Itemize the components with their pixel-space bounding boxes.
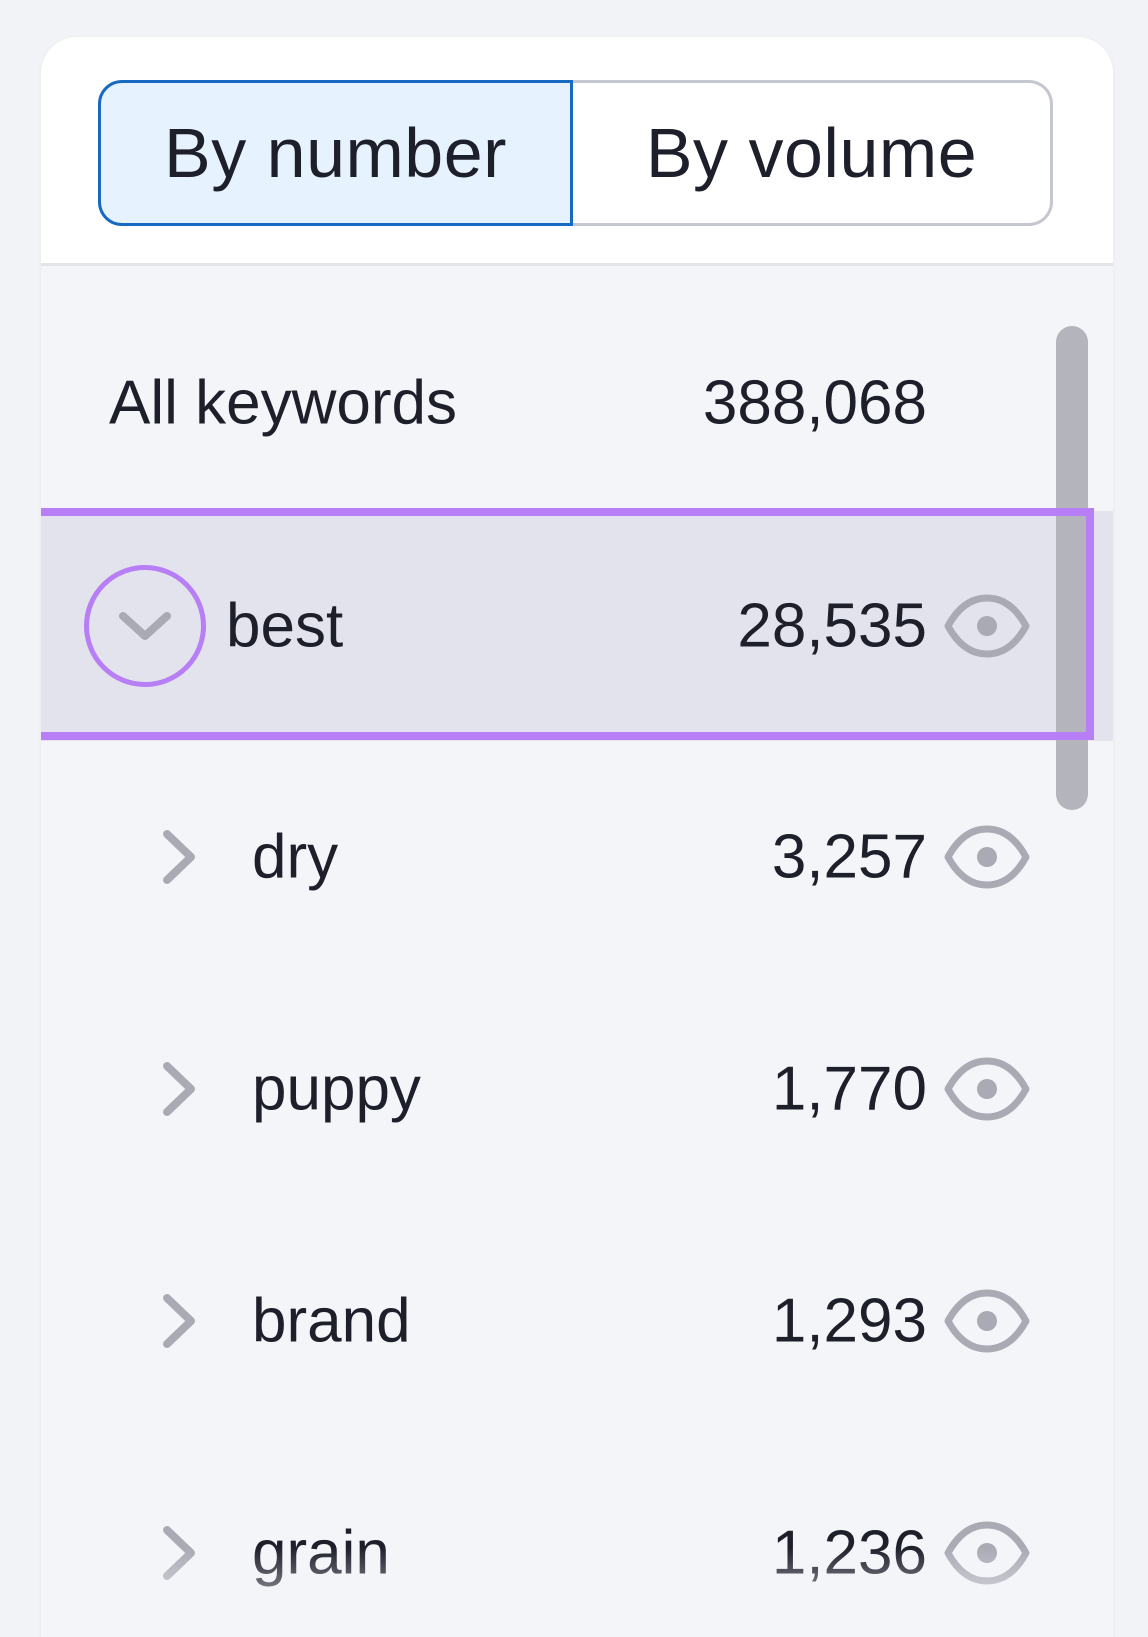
eye-icon[interactable] xyxy=(944,1057,1030,1121)
group-row-best[interactable]: best 28,535 xyxy=(41,511,1113,741)
by-number-tab[interactable]: By number xyxy=(98,80,573,226)
collapse-button[interactable] xyxy=(84,565,206,687)
group-label: puppy xyxy=(252,1054,421,1124)
group-label: best xyxy=(226,591,344,661)
eye-icon[interactable] xyxy=(944,1289,1030,1353)
all-keywords-label: All keywords xyxy=(109,368,457,438)
scrollbar-thumb[interactable] xyxy=(1056,326,1088,810)
all-keywords-row[interactable]: All keywords 388,068 xyxy=(41,293,1113,513)
keyword-groups-panel: By number By volume All keywords 388,068… xyxy=(41,37,1113,1637)
group-label: brand xyxy=(252,1286,411,1356)
chevron-down-icon xyxy=(119,612,171,640)
chevron-right-icon[interactable] xyxy=(159,1524,199,1582)
chevron-right-icon[interactable] xyxy=(159,1060,199,1118)
all-keywords-count: 388,068 xyxy=(702,368,927,438)
group-row-brand[interactable]: brand 1,293 xyxy=(41,1205,1113,1437)
group-count: 1,236 xyxy=(771,1518,927,1588)
group-count: 1,293 xyxy=(771,1286,927,1356)
group-label: grain xyxy=(252,1518,390,1588)
eye-icon[interactable] xyxy=(944,1521,1030,1585)
by-volume-tab[interactable]: By volume xyxy=(573,80,1053,226)
group-row-dry[interactable]: dry 3,257 xyxy=(41,741,1113,973)
group-label: dry xyxy=(252,822,339,892)
group-count: 3,257 xyxy=(771,822,927,892)
group-count: 1,770 xyxy=(771,1054,927,1124)
keyword-group-list: All keywords 388,068 best 28,535 dry 3,2… xyxy=(41,266,1113,1637)
group-row-grain[interactable]: grain 1,236 xyxy=(41,1437,1113,1637)
group-row-puppy[interactable]: puppy 1,770 xyxy=(41,973,1113,1205)
group-count: 28,535 xyxy=(737,591,927,661)
chevron-right-icon[interactable] xyxy=(159,828,199,886)
eye-icon[interactable] xyxy=(944,825,1030,889)
sort-toggle: By number By volume xyxy=(98,80,1053,226)
chevron-right-icon[interactable] xyxy=(159,1292,199,1350)
eye-icon[interactable] xyxy=(944,594,1030,658)
